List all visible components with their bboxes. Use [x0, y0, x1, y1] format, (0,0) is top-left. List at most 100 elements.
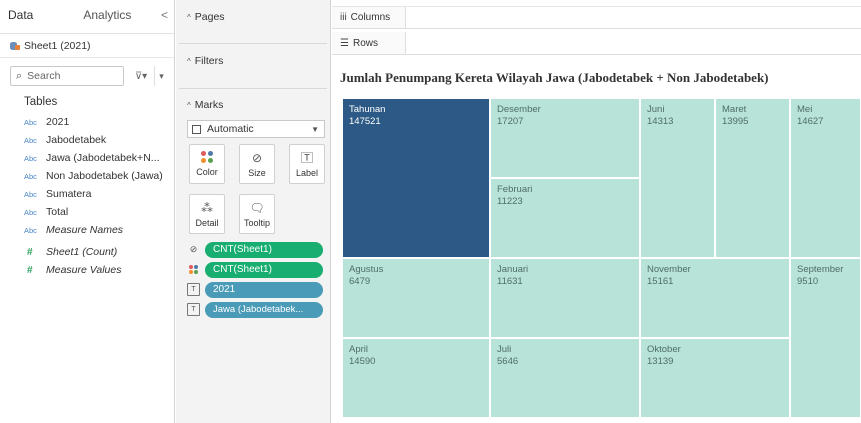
cell-value-label: 13995 — [722, 116, 749, 127]
detail-icon: ⁂ — [201, 200, 213, 215]
color-label: Color — [196, 167, 218, 177]
field-label: Jabodetabek — [46, 134, 107, 146]
treemap-cell[interactable]: Mei 14627 — [790, 98, 861, 258]
field-pill[interactable]: CNT(Sheet1) — [205, 241, 323, 258]
string-type-icon: Abc — [24, 207, 37, 217]
marks-pill-row: ⊘ CNT(Sheet1) — [187, 240, 327, 259]
pages-title-label: Pages — [194, 11, 225, 23]
treemap-cell[interactable]: Februari 11223 — [490, 178, 640, 258]
mark-type-value: Automatic — [207, 123, 254, 135]
tooltip-button[interactable]: 🗨 Tooltip — [239, 194, 275, 234]
filters-card[interactable]: ^ Filters — [179, 52, 327, 89]
datasource-item[interactable]: Sheet1 (2021) — [0, 34, 174, 58]
data-pane: Data Analytics < Sheet1 (2021) ⌕ Search … — [0, 0, 175, 423]
treemap-cell[interactable]: April 14590 — [342, 338, 490, 418]
treemap-cell[interactable]: September 9510 — [790, 258, 861, 418]
columns-shelf[interactable]: iii Columns — [332, 6, 861, 29]
field-item[interactable]: Abc Sumatera — [24, 185, 174, 203]
caret-up-icon: ^ — [187, 13, 191, 22]
mark-buttons: Color ⊘ Size 🅃 Label ⁂ Detail 🗨 Tooltip — [187, 144, 327, 244]
pages-card-title: ^ Pages — [179, 8, 327, 26]
treemap-cell[interactable]: Oktober 13139 — [640, 338, 790, 418]
shelves: iii Columns ☰ Rows — [332, 0, 861, 58]
collapse-pane-icon[interactable]: < — [161, 0, 168, 30]
field-label: Non Jabodetabek (Jawa) — [46, 170, 163, 182]
field-item[interactable]: Abc Non Jabodetabek (Jawa) — [24, 167, 174, 185]
size-icon: ⊘ — [251, 150, 263, 165]
pane-tabs: Data Analytics < — [0, 0, 174, 34]
detail-button[interactable]: ⁂ Detail — [189, 194, 225, 234]
field-item[interactable]: Abc Total — [24, 203, 174, 221]
tables-heading: Tables — [24, 96, 58, 108]
field-pill[interactable]: CNT(Sheet1) — [205, 261, 323, 278]
viz-view: Jumlah Penumpang Kereta Wilayah Jawa (Ja… — [332, 60, 861, 423]
mark-type-select[interactable]: Automatic ▼ — [187, 120, 325, 138]
field-item[interactable]: Abc 2021 — [24, 113, 174, 131]
field-item[interactable]: Abc Jawa (Jabodetabek+N... — [24, 149, 174, 167]
marks-title-label: Marks — [194, 99, 224, 111]
color-icon — [201, 151, 213, 163]
string-type-icon: Abc — [24, 135, 37, 145]
field-item[interactable]: Abc Jabodetabek — [24, 131, 174, 149]
marks-pill-row: T 2021 — [187, 280, 327, 299]
tooltip-label: Tooltip — [243, 217, 270, 228]
cell-value-label: 11631 — [497, 276, 523, 287]
label-button[interactable]: 🅃 Label — [289, 144, 325, 184]
color-button[interactable]: Color — [189, 144, 225, 184]
treemap-cell[interactable]: November 15161 — [640, 258, 790, 338]
search-row: ⌕ Search ⊽▾ ▾ — [10, 65, 168, 87]
treemap-cell[interactable]: Agustus 6479 — [342, 258, 490, 338]
string-type-icon: Abc — [24, 171, 37, 181]
pane-menu-button[interactable]: ▾ — [154, 66, 168, 86]
measure-type-icon: # — [27, 264, 33, 276]
viz-title[interactable]: Jumlah Penumpang Kereta Wilayah Jawa (Ja… — [340, 70, 769, 86]
treemap: Tahunan 147521 Desember 17207 Februari 11223 J… — [342, 98, 861, 418]
size-icon[interactable]: ⊘ — [187, 243, 200, 256]
field-item[interactable]: # Sheet1 (Count) — [24, 243, 174, 261]
cell-value-label: 17207 — [497, 116, 524, 127]
tab-analytics[interactable]: Analytics — [75, 0, 139, 30]
cell-value-label: 11223 — [497, 196, 523, 207]
treemap-cell[interactable]: Desember 17207 — [490, 98, 640, 178]
search-input[interactable]: ⌕ Search — [10, 66, 124, 86]
rows-shelf-label: ☰ Rows — [332, 32, 406, 54]
string-type-icon: Abc — [24, 117, 37, 127]
field-pill[interactable]: Jawa (Jabodetabek... — [205, 301, 323, 318]
cell-value-label: 14313 — [647, 116, 674, 127]
columns-icon: iii — [340, 12, 347, 23]
rows-shelf[interactable]: ☰ Rows — [332, 32, 861, 55]
cell-month-label: Oktober — [647, 344, 681, 355]
field-list: Abc 2021 Abc Jabodetabek Abc Jawa (Jabod… — [24, 113, 174, 279]
field-label: Sumatera — [46, 188, 92, 200]
treemap-cell[interactable]: Juni 14313 — [640, 98, 715, 258]
cell-month-label: Januari — [497, 264, 529, 275]
cell-month-label: Juni — [647, 104, 665, 115]
tab-data[interactable]: Data — [0, 0, 41, 30]
treemap-cell[interactable]: Juli 5646 — [490, 338, 640, 418]
label-icon[interactable]: T — [187, 283, 200, 296]
treemap-cell[interactable]: Januari 11631 — [490, 258, 640, 338]
color-icon[interactable] — [187, 263, 200, 276]
size-button[interactable]: ⊘ Size — [239, 144, 275, 184]
search-placeholder: Search — [27, 70, 61, 82]
field-pill[interactable]: 2021 — [205, 281, 323, 298]
cell-month-label: November — [647, 264, 691, 275]
rows-label: Rows — [352, 37, 378, 49]
cell-month-label: Tahunan — [349, 104, 386, 115]
field-label: Jawa (Jabodetabek+N... — [46, 152, 160, 164]
label-icon[interactable]: T — [187, 303, 200, 316]
caret-up-icon: ^ — [187, 101, 191, 110]
treemap-cell[interactable]: Tahunan 147521 — [342, 98, 490, 258]
field-label: Total — [46, 206, 69, 218]
search-icon: ⌕ — [16, 69, 23, 82]
chevron-down-icon: ▼ — [311, 124, 319, 134]
tooltip-icon: 🗨 — [249, 200, 265, 215]
field-item[interactable]: # Measure Values — [24, 261, 174, 279]
filters-card-title: ^ Filters — [179, 52, 327, 70]
field-label: Sheet1 (Count) — [46, 246, 118, 258]
filter-fields-button[interactable]: ⊽▾ — [128, 66, 154, 86]
field-item[interactable]: Abc Measure Names — [24, 221, 174, 239]
pages-card[interactable]: ^ Pages — [179, 8, 327, 44]
cell-month-label: Mei — [797, 104, 813, 115]
treemap-cell[interactable]: Maret 13995 — [715, 98, 790, 258]
